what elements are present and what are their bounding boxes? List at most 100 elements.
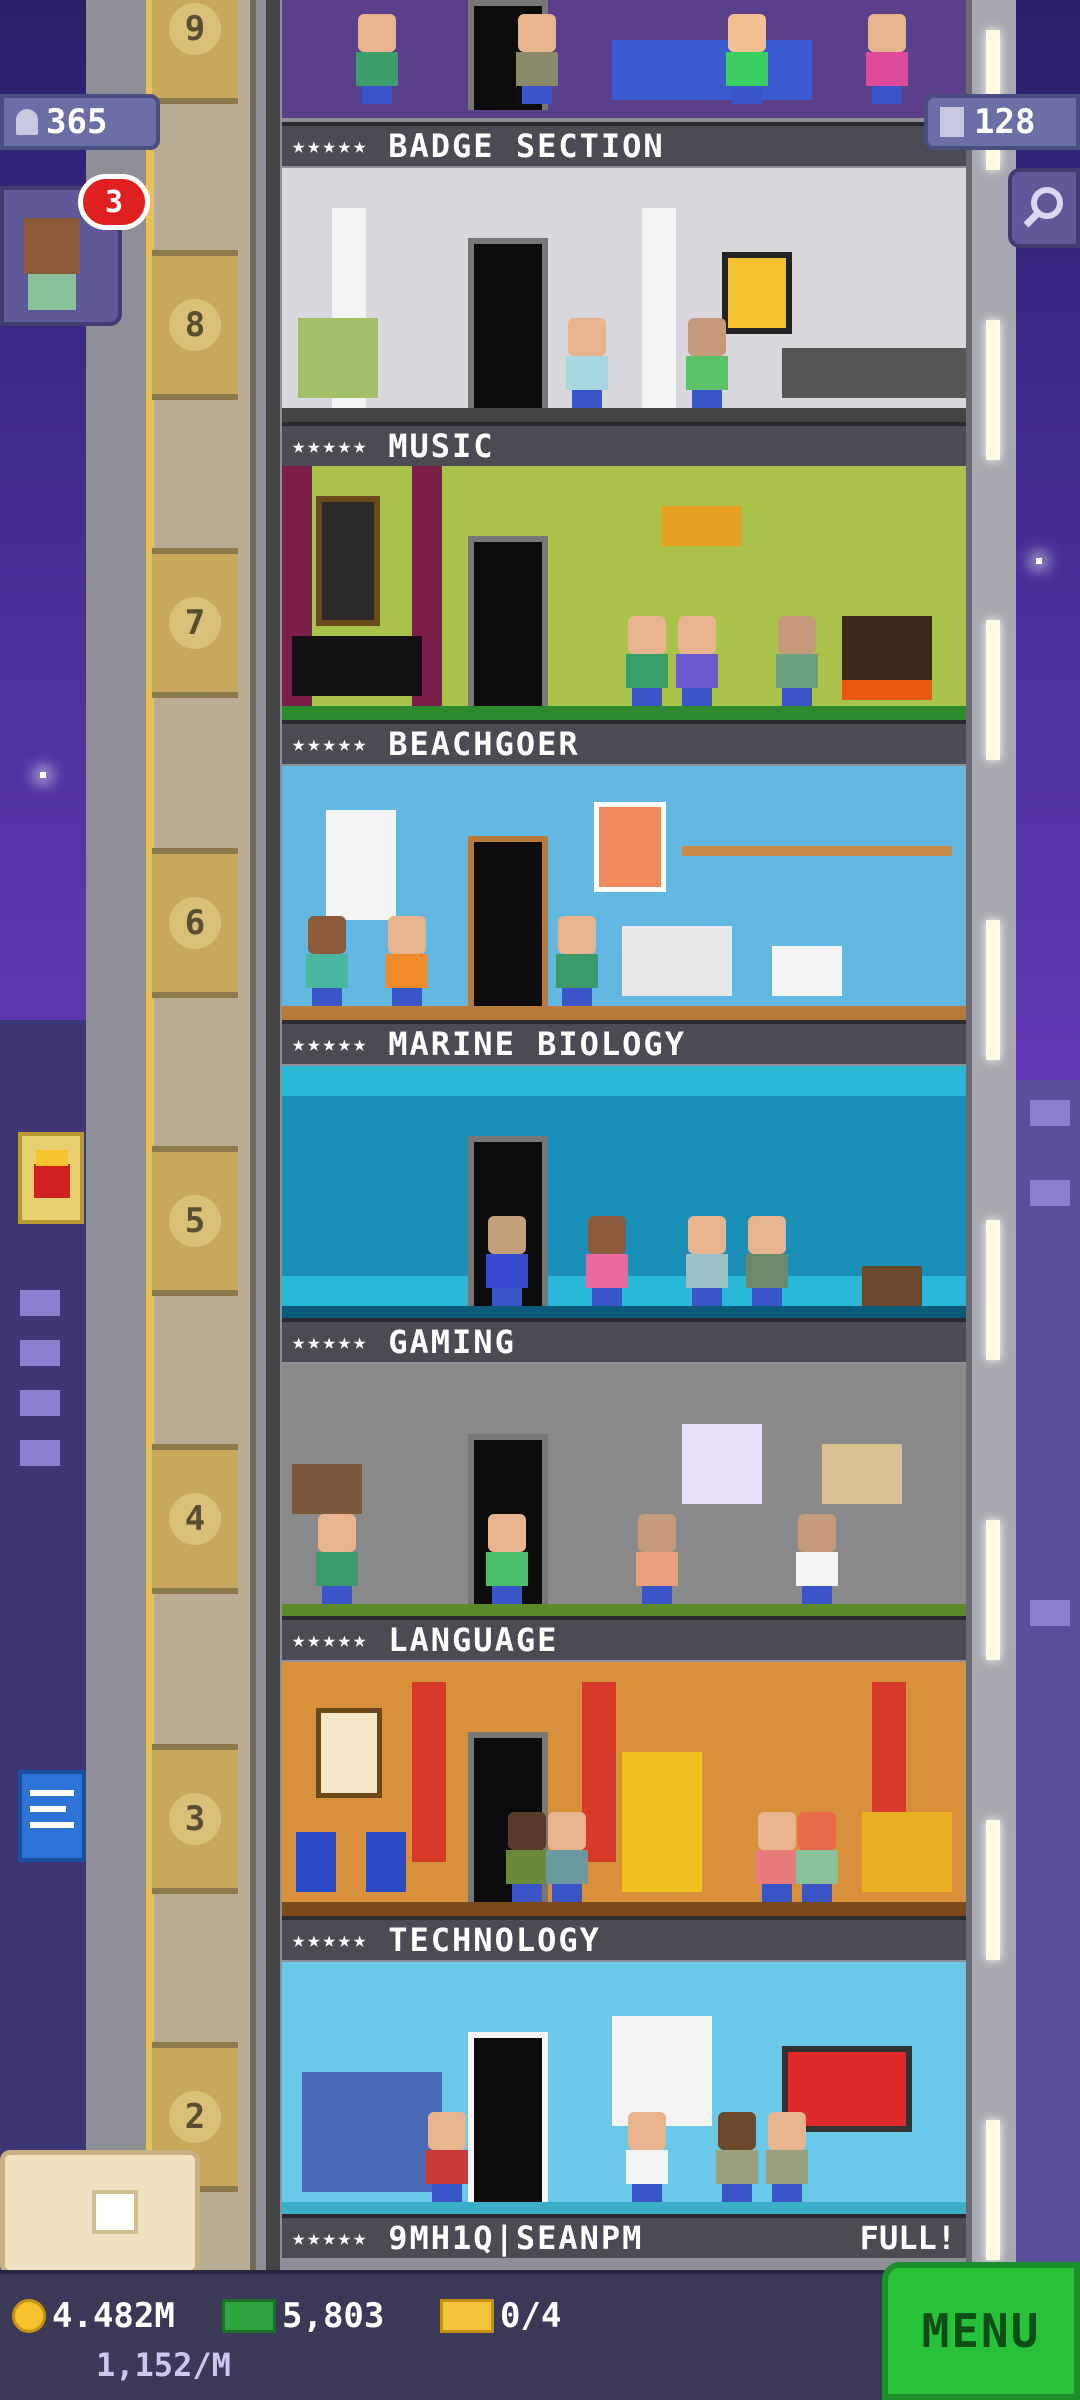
tenant: [792, 1514, 842, 1604]
floor-number: 2: [169, 2091, 221, 2143]
floor-label-5[interactable]: ★★★★★ GAMING: [282, 1318, 966, 1362]
floor-stars: ★★★★★: [292, 1927, 369, 1953]
background-window: [20, 1340, 60, 1366]
tenant: [512, 14, 562, 104]
floor-stars: ★★★★★: [292, 731, 369, 757]
golden-ticket-icon: [440, 2299, 494, 2333]
golden-shrine: [862, 1812, 952, 1892]
shaft-floor-8[interactable]: 8: [152, 250, 238, 400]
kitchen-counter: [782, 348, 966, 398]
room-floor: [282, 408, 966, 422]
dirt-block: [292, 1464, 362, 1514]
tenant: [722, 14, 772, 104]
shaft-floor-3[interactable]: 3: [152, 1744, 238, 1894]
floors-counter[interactable]: 128: [924, 94, 1080, 150]
bux-stat[interactable]: 5,803: [222, 2296, 384, 2336]
floor-number: 3: [169, 1793, 221, 1845]
shaft-floor-9[interactable]: 9: [152, 0, 238, 104]
room-marine-biology[interactable]: [282, 766, 966, 1020]
notification-badge: 3: [78, 174, 150, 230]
tenant: [382, 916, 432, 1006]
building-icon: [940, 107, 964, 137]
rail-light: [986, 320, 1000, 460]
room-door: [468, 536, 548, 706]
floor-number: 9: [169, 3, 221, 55]
background-window: [20, 1440, 60, 1466]
tenant: [772, 616, 822, 706]
hieroglyph-painting: [316, 1708, 382, 1798]
floor-name: BEACHGOER: [388, 725, 580, 763]
floor-name: GAMING: [388, 1323, 516, 1361]
sky-star: [40, 772, 46, 778]
floor-number: 6: [169, 897, 221, 949]
population-counter[interactable]: 365: [0, 94, 160, 150]
table: [862, 1266, 922, 1306]
floor-name: MUSIC: [388, 427, 495, 465]
background-window: [1030, 1600, 1070, 1626]
shaft-floor-6[interactable]: 6: [152, 848, 238, 998]
floor-stars: ★★★★★: [292, 1627, 369, 1653]
sofa: [622, 926, 732, 996]
sky-star: [1036, 558, 1042, 564]
background-window: [20, 1390, 60, 1416]
background-window: [1030, 1100, 1070, 1126]
menu-button[interactable]: MENU: [882, 2262, 1080, 2400]
tenant: [742, 1216, 792, 1306]
tickets-value: 0/4: [500, 2296, 562, 2336]
tenant: [632, 1514, 682, 1604]
rail-light: [986, 1520, 1000, 1660]
room-beachgoer[interactable]: [282, 466, 966, 720]
floor-label-8[interactable]: ★★★★★ MUSIC: [282, 422, 966, 466]
room-badge-section[interactable]: [282, 0, 966, 118]
shaft-floor-5[interactable]: 5: [152, 1146, 238, 1296]
armchair: [298, 318, 378, 398]
chandelier: [662, 506, 742, 546]
tower-right-edge: [966, 0, 1016, 2270]
box-icon: [92, 2190, 138, 2234]
room-music[interactable]: [282, 168, 966, 422]
floor-label-9[interactable]: ★★★★★ BADGE SECTION: [282, 122, 966, 166]
rail-light: [986, 620, 1000, 760]
rail-light: [986, 1820, 1000, 1960]
floor-label-7[interactable]: ★★★★★ BEACHGOER: [282, 720, 966, 764]
room-floor: [282, 1006, 966, 1020]
room-gaming[interactable]: [282, 1066, 966, 1320]
floor-stars: ★★★★★: [292, 133, 369, 159]
tenant: [792, 1812, 842, 1902]
bux-value: 5,803: [282, 2296, 385, 2336]
tenant: [622, 616, 672, 706]
vase: [366, 1832, 406, 1892]
room-technology[interactable]: [282, 1662, 966, 1916]
floor-name: 9MH1Q|SEANPM: [388, 2219, 644, 2257]
floor-stars: ★★★★★: [292, 1329, 369, 1355]
fries-ad-icon[interactable]: [18, 1132, 84, 1224]
tickets-stat[interactable]: 0/4: [440, 2296, 561, 2336]
portal-block: [682, 1424, 762, 1504]
floor-stars: ★★★★★: [292, 1031, 369, 1057]
floor-number: 4: [169, 1493, 221, 1545]
room-language[interactable]: [282, 1364, 966, 1618]
pillar: [642, 208, 676, 408]
floor-label-2[interactable]: ★★★★★ 9MH1Q|SEANPM FULL!: [282, 2214, 966, 2258]
tenant: [312, 1514, 362, 1604]
tenant: [672, 616, 722, 706]
search-button[interactable]: [1008, 168, 1080, 248]
tenant: [422, 2112, 472, 2202]
shaft-floor-4[interactable]: 4: [152, 1444, 238, 1594]
tenant: [622, 2112, 672, 2202]
room-seanpm[interactable]: [282, 1962, 966, 2216]
tenant: [862, 14, 912, 104]
search-icon: [1023, 187, 1063, 228]
floor-label-3[interactable]: ★★★★★ TECHNOLOGY: [282, 1916, 966, 1960]
floor-label-6[interactable]: ★★★★★ MARINE BIOLOGY: [282, 1020, 966, 1064]
shaft-floor-7[interactable]: 7: [152, 548, 238, 698]
column: [412, 1682, 446, 1862]
tower-bux-icon: [222, 2299, 276, 2333]
floor-number: 7: [169, 597, 221, 649]
floor-label-4[interactable]: ★★★★★ LANGUAGE: [282, 1616, 966, 1660]
floor-number: 8: [169, 299, 221, 351]
room-floor: [282, 706, 966, 720]
document-ad-icon[interactable]: [18, 1770, 86, 1862]
supply-crate[interactable]: [0, 2150, 200, 2275]
coins-stat[interactable]: 4.482M: [12, 2296, 175, 2336]
